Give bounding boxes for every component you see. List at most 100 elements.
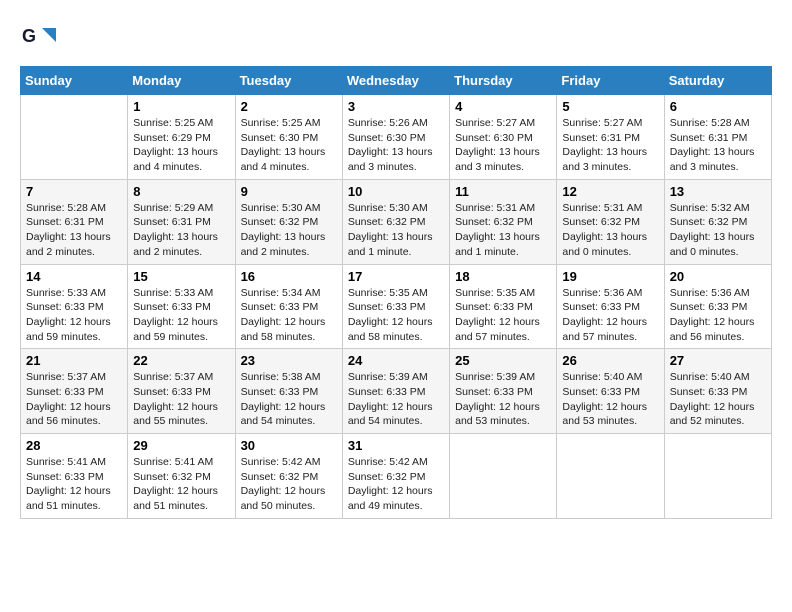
day-info: Sunrise: 5:38 AMSunset: 6:33 PMDaylight:… bbox=[241, 370, 337, 429]
page-header: G bbox=[20, 20, 772, 56]
day-number: 12 bbox=[562, 184, 658, 199]
calendar-cell: 1Sunrise: 5:25 AMSunset: 6:29 PMDaylight… bbox=[128, 95, 235, 180]
calendar-cell: 30Sunrise: 5:42 AMSunset: 6:32 PMDayligh… bbox=[235, 434, 342, 519]
day-number: 16 bbox=[241, 269, 337, 284]
calendar-cell: 29Sunrise: 5:41 AMSunset: 6:32 PMDayligh… bbox=[128, 434, 235, 519]
calendar-cell bbox=[664, 434, 771, 519]
day-info: Sunrise: 5:27 AMSunset: 6:30 PMDaylight:… bbox=[455, 116, 551, 175]
day-info: Sunrise: 5:33 AMSunset: 6:33 PMDaylight:… bbox=[133, 286, 229, 345]
header-wednesday: Wednesday bbox=[342, 67, 449, 95]
day-number: 26 bbox=[562, 353, 658, 368]
logo-icon: G bbox=[20, 20, 56, 56]
calendar-cell: 23 Sunrise: 5:38 AMSunset: 6:33 PMDayligh… bbox=[235, 349, 342, 434]
day-info: Sunrise: 5:34 AMSunset: 6:33 PMDaylight:… bbox=[241, 286, 337, 345]
header-sunday: Sunday bbox=[21, 67, 128, 95]
day-info: Sunrise: 5:33 AMSunset: 6:33 PMDaylight:… bbox=[26, 286, 122, 345]
calendar-week-row: 21 Sunrise: 5:37 AMSunset: 6:33 PMDayligh… bbox=[21, 349, 772, 434]
day-info: Sunrise: 5:41 AMSunset: 6:33 PMDaylight:… bbox=[26, 455, 122, 514]
calendar-cell bbox=[450, 434, 557, 519]
day-info: Sunrise: 5:40 AMSunset: 6:33 PMDaylight:… bbox=[670, 370, 766, 429]
day-number: 10 bbox=[348, 184, 444, 199]
day-info: Sunrise: 5:28 AMSunset: 6:31 PMDaylight:… bbox=[670, 116, 766, 175]
day-number: 11 bbox=[455, 184, 551, 199]
day-info: Sunrise: 5:30 AMSunset: 6:32 PMDaylight:… bbox=[241, 201, 337, 260]
day-number: 7 bbox=[26, 184, 122, 199]
calendar-cell: 22 Sunrise: 5:37 AMSunset: 6:33 PMDayligh… bbox=[128, 349, 235, 434]
day-info: Sunrise: 5:30 AMSunset: 6:32 PMDaylight:… bbox=[348, 201, 444, 260]
header-saturday: Saturday bbox=[664, 67, 771, 95]
calendar-cell: 25Sunrise: 5:39 AMSunset: 6:33 PMDayligh… bbox=[450, 349, 557, 434]
day-number: 14 bbox=[26, 269, 122, 284]
svg-text:G: G bbox=[22, 26, 36, 46]
calendar-cell: 6 Sunrise: 5:28 AMSunset: 6:31 PMDaylight… bbox=[664, 95, 771, 180]
day-info: Sunrise: 5:39 AMSunset: 6:33 PMDaylight:… bbox=[455, 370, 551, 429]
calendar-table: SundayMondayTuesdayWednesdayThursdayFrid… bbox=[20, 66, 772, 519]
day-number: 13 bbox=[670, 184, 766, 199]
calendar-week-row: 14 Sunrise: 5:33 AMSunset: 6:33 PMDayligh… bbox=[21, 264, 772, 349]
day-info: Sunrise: 5:28 AMSunset: 6:31 PMDaylight:… bbox=[26, 201, 122, 260]
calendar-cell bbox=[557, 434, 664, 519]
day-info: Sunrise: 5:31 AMSunset: 6:32 PMDaylight:… bbox=[562, 201, 658, 260]
day-number: 4 bbox=[455, 99, 551, 114]
day-number: 17 bbox=[348, 269, 444, 284]
calendar-week-row: 7 Sunrise: 5:28 AMSunset: 6:31 PMDaylight… bbox=[21, 179, 772, 264]
calendar-cell: 26 Sunrise: 5:40 AMSunset: 6:33 PMDayligh… bbox=[557, 349, 664, 434]
day-info: Sunrise: 5:37 AMSunset: 6:33 PMDaylight:… bbox=[26, 370, 122, 429]
calendar-header-row: SundayMondayTuesdayWednesdayThursdayFrid… bbox=[21, 67, 772, 95]
day-info: Sunrise: 5:42 AMSunset: 6:32 PMDaylight:… bbox=[348, 455, 444, 514]
day-info: Sunrise: 5:40 AMSunset: 6:33 PMDaylight:… bbox=[562, 370, 658, 429]
calendar-cell: 27 Sunrise: 5:40 AMSunset: 6:33 PMDayligh… bbox=[664, 349, 771, 434]
calendar-cell: 28 Sunrise: 5:41 AMSunset: 6:33 PMDayligh… bbox=[21, 434, 128, 519]
calendar-cell: 10 Sunrise: 5:30 AMSunset: 6:32 PMDayligh… bbox=[342, 179, 449, 264]
day-number: 22 bbox=[133, 353, 229, 368]
day-number: 31 bbox=[348, 438, 444, 453]
day-info: Sunrise: 5:39 AMSunset: 6:33 PMDaylight:… bbox=[348, 370, 444, 429]
calendar-cell: 4 Sunrise: 5:27 AMSunset: 6:30 PMDaylight… bbox=[450, 95, 557, 180]
calendar-cell: 20 Sunrise: 5:36 AMSunset: 6:33 PMDayligh… bbox=[664, 264, 771, 349]
calendar-cell bbox=[21, 95, 128, 180]
calendar-cell: 24Sunrise: 5:39 AMSunset: 6:33 PMDayligh… bbox=[342, 349, 449, 434]
day-number: 27 bbox=[670, 353, 766, 368]
day-number: 21 bbox=[26, 353, 122, 368]
day-number: 30 bbox=[241, 438, 337, 453]
day-number: 15 bbox=[133, 269, 229, 284]
day-number: 3 bbox=[348, 99, 444, 114]
day-number: 23 bbox=[241, 353, 337, 368]
calendar-cell: 5Sunrise: 5:27 AMSunset: 6:31 PMDaylight… bbox=[557, 95, 664, 180]
calendar-cell: 19Sunrise: 5:36 AMSunset: 6:33 PMDayligh… bbox=[557, 264, 664, 349]
day-number: 28 bbox=[26, 438, 122, 453]
day-number: 20 bbox=[670, 269, 766, 284]
calendar-cell: 13Sunrise: 5:32 AMSunset: 6:32 PMDayligh… bbox=[664, 179, 771, 264]
calendar-cell: 21 Sunrise: 5:37 AMSunset: 6:33 PMDayligh… bbox=[21, 349, 128, 434]
day-info: Sunrise: 5:26 AMSunset: 6:30 PMDaylight:… bbox=[348, 116, 444, 175]
calendar-cell: 3 Sunrise: 5:26 AMSunset: 6:30 PMDaylight… bbox=[342, 95, 449, 180]
day-info: Sunrise: 5:25 AMSunset: 6:30 PMDaylight:… bbox=[241, 116, 337, 175]
logo: G bbox=[20, 20, 60, 56]
calendar-cell: 16 Sunrise: 5:34 AMSunset: 6:33 PMDayligh… bbox=[235, 264, 342, 349]
day-number: 8 bbox=[133, 184, 229, 199]
day-info: Sunrise: 5:36 AMSunset: 6:33 PMDaylight:… bbox=[670, 286, 766, 345]
calendar-cell: 17Sunrise: 5:35 AMSunset: 6:33 PMDayligh… bbox=[342, 264, 449, 349]
day-number: 29 bbox=[133, 438, 229, 453]
calendar-cell: 7 Sunrise: 5:28 AMSunset: 6:31 PMDaylight… bbox=[21, 179, 128, 264]
day-info: Sunrise: 5:37 AMSunset: 6:33 PMDaylight:… bbox=[133, 370, 229, 429]
day-info: Sunrise: 5:35 AMSunset: 6:33 PMDaylight:… bbox=[455, 286, 551, 345]
calendar-cell: 9 Sunrise: 5:30 AMSunset: 6:32 PMDaylight… bbox=[235, 179, 342, 264]
calendar-cell: 14 Sunrise: 5:33 AMSunset: 6:33 PMDayligh… bbox=[21, 264, 128, 349]
calendar-cell: 31 Sunrise: 5:42 AMSunset: 6:32 PMDayligh… bbox=[342, 434, 449, 519]
calendar-cell: 2Sunrise: 5:25 AMSunset: 6:30 PMDaylight… bbox=[235, 95, 342, 180]
calendar-cell: 11 Sunrise: 5:31 AMSunset: 6:32 PMDayligh… bbox=[450, 179, 557, 264]
calendar-cell: 18Sunrise: 5:35 AMSunset: 6:33 PMDayligh… bbox=[450, 264, 557, 349]
calendar-cell: 15 Sunrise: 5:33 AMSunset: 6:33 PMDayligh… bbox=[128, 264, 235, 349]
calendar-week-row: 28 Sunrise: 5:41 AMSunset: 6:33 PMDayligh… bbox=[21, 434, 772, 519]
calendar-cell: 12 Sunrise: 5:31 AMSunset: 6:32 PMDayligh… bbox=[557, 179, 664, 264]
day-number: 9 bbox=[241, 184, 337, 199]
day-number: 19 bbox=[562, 269, 658, 284]
calendar-cell: 8 Sunrise: 5:29 AMSunset: 6:31 PMDaylight… bbox=[128, 179, 235, 264]
calendar-week-row: 1Sunrise: 5:25 AMSunset: 6:29 PMDaylight… bbox=[21, 95, 772, 180]
day-info: Sunrise: 5:29 AMSunset: 6:31 PMDaylight:… bbox=[133, 201, 229, 260]
day-info: Sunrise: 5:31 AMSunset: 6:32 PMDaylight:… bbox=[455, 201, 551, 260]
day-info: Sunrise: 5:27 AMSunset: 6:31 PMDaylight:… bbox=[562, 116, 658, 175]
day-number: 6 bbox=[670, 99, 766, 114]
header-friday: Friday bbox=[557, 67, 664, 95]
